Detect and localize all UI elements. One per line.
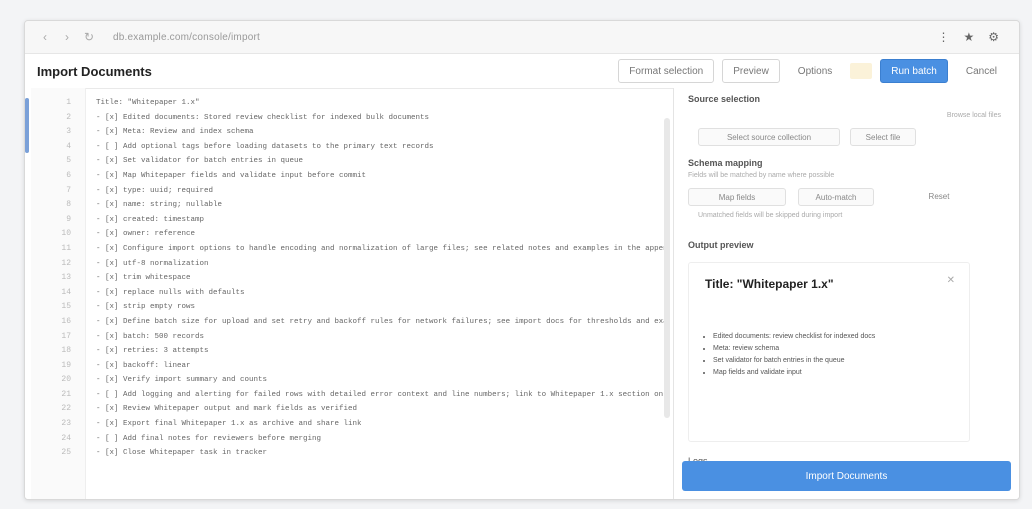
code-line[interactable]: - [x] Close Whitepaper task in tracker [96, 446, 670, 461]
line-number: 17 [61, 331, 71, 341]
line-number: 4 [66, 141, 71, 151]
list-item: Map fields and validate input [713, 369, 913, 376]
page-title: Import Documents [37, 63, 152, 79]
list-item: Set validator for batch entries in the q… [713, 357, 913, 364]
app-window: ‹ › ↻ db.example.com/console/import ⋮ ★ … [24, 20, 1020, 500]
code-line[interactable]: - [ ] Add logging and alerting for faile… [96, 388, 670, 403]
reload-icon[interactable]: ↻ [83, 30, 95, 44]
browser-icons: ⋮ ★ ⚙ [937, 30, 999, 44]
line-number: 9 [66, 214, 71, 224]
source-title: Source selection [688, 94, 761, 104]
code-line[interactable]: - [x] type: uuid; required [96, 184, 670, 199]
line-number: 19 [61, 360, 71, 370]
close-icon[interactable]: ✕ [947, 275, 955, 286]
line-number: 6 [66, 170, 71, 180]
address-bar[interactable]: db.example.com/console/import [113, 32, 260, 43]
run-button[interactable]: Run batch [880, 59, 948, 83]
line-number: 21 [61, 389, 71, 399]
code-line[interactable]: - [x] Meta: Review and index schema [96, 125, 670, 140]
code-line[interactable]: - [x] backoff: linear [96, 359, 670, 374]
change-marker [25, 88, 31, 499]
code-editor[interactable]: 1 2 3 4 5 6 7 8 9 10 11 12 13 14 15 16 17 18 19 20 21 22 23 24 2… [25, 88, 670, 499]
menu-icon[interactable]: ⋮ [937, 30, 949, 44]
select-source-button[interactable]: Select source collection [698, 128, 840, 146]
code-line[interactable]: - [ ] Add optional tags before loading d… [96, 140, 670, 155]
code-line[interactable]: - [x] Configure import options to handle… [96, 242, 670, 257]
line-number: 25 [61, 448, 71, 458]
code-line[interactable]: - [x] batch: 500 records [96, 330, 670, 345]
code-line[interactable]: - [x] utf-8 normalization [96, 257, 670, 272]
side-panel: Source selection Browse local files Sele… [664, 88, 1019, 499]
list-item: Edited documents: review checklist for i… [713, 333, 913, 340]
output-preview: Title: "Whitepaper 1.x" ✕ Edited documen… [688, 262, 970, 442]
line-number: 15 [61, 302, 71, 312]
code-line[interactable]: - [x] created: timestamp [96, 213, 670, 228]
map-fields-button[interactable]: Map fields [688, 188, 786, 206]
line-number: 2 [66, 112, 71, 122]
browser-bar: ‹ › ↻ db.example.com/console/import ⋮ ★ … [25, 21, 1019, 54]
browser-nav: ‹ › ↻ [39, 30, 95, 44]
source-hint[interactable]: Browse local files [947, 112, 1001, 119]
toolbar-actions: Format selection Preview Options Run bat… [618, 59, 1007, 83]
toolbar: Import Documents Format selection Previe… [25, 54, 1019, 89]
status-badge [850, 63, 873, 79]
code-line[interactable]: - [x] Set validator for batch entries in… [96, 154, 670, 169]
line-number: 18 [61, 346, 71, 356]
code-line[interactable]: - [x] Verify import summary and counts [96, 373, 670, 388]
star-icon[interactable]: ★ [963, 30, 974, 44]
line-number: 1 [66, 98, 71, 107]
code-line[interactable]: - [x] Define batch size for upload and s… [96, 315, 670, 330]
schema-title: Schema mapping [688, 158, 763, 168]
editor-scrollbar[interactable] [664, 118, 670, 418]
preview-title: Output preview [688, 240, 754, 250]
cancel-button[interactable]: Cancel [956, 60, 1007, 82]
code-line[interactable]: - [x] retries: 3 attempts [96, 344, 670, 359]
line-number: 3 [66, 127, 71, 137]
line-number: 8 [66, 200, 71, 210]
line-number: 7 [66, 185, 71, 195]
line-number: 13 [61, 273, 71, 283]
back-icon[interactable]: ‹ [39, 30, 51, 44]
line-number: 23 [61, 419, 71, 429]
options-button[interactable]: Options [788, 60, 842, 82]
line-number: 11 [61, 243, 71, 253]
code-line[interactable]: - [x] owner: reference [96, 227, 670, 242]
code-line[interactable]: - [x] Edited documents: Stored review ch… [96, 111, 670, 126]
line-number: 5 [66, 156, 71, 166]
line-number: 14 [61, 287, 71, 297]
code-line[interactable]: - [x] trim whitespace [96, 271, 670, 286]
code-line[interactable]: - [x] Review Whitepaper output and mark … [96, 402, 670, 417]
settings-icon[interactable]: ⚙ [988, 30, 999, 44]
auto-match-button[interactable]: Auto-match [798, 188, 874, 206]
code-line[interactable]: - [x] replace nulls with defaults [96, 286, 670, 301]
line-number: 20 [61, 375, 71, 385]
select-file-button[interactable]: Select file [850, 128, 916, 146]
preview-list: Edited documents: review checklist for i… [699, 333, 913, 381]
line-number: 10 [61, 229, 71, 239]
reset-button[interactable]: Reset [904, 188, 974, 204]
import-documents-button[interactable]: Import Documents [682, 461, 1011, 491]
code-line[interactable]: - [x] name: string; nullable [96, 198, 670, 213]
code-line[interactable]: - [x] strip empty rows [96, 300, 670, 315]
list-item: Meta: review schema [713, 345, 913, 352]
line-number: 22 [61, 404, 71, 414]
format-button[interactable]: Format selection [618, 59, 715, 83]
code-line[interactable]: - [x] Map Whitepaper fields and validate… [96, 169, 670, 184]
forward-icon[interactable]: › [61, 30, 73, 44]
line-number: 12 [61, 258, 71, 268]
code-line[interactable]: Title: "Whitepaper 1.x" [96, 96, 670, 111]
schema-subtitle: Fields will be matched by name where pos… [688, 172, 835, 179]
line-number: 24 [61, 433, 71, 443]
line-number: 16 [61, 316, 71, 326]
preview-button[interactable]: Preview [722, 59, 780, 83]
code-line[interactable]: - [x] Export final Whitepaper 1.x as arc… [96, 417, 670, 432]
schema-note: Unmatched fields will be skipped during … [698, 212, 843, 219]
code-line[interactable]: - [ ] Add final notes for reviewers befo… [96, 432, 670, 447]
code-lines[interactable]: Title: "Whitepaper 1.x" - [x] Edited docu… [86, 88, 670, 499]
line-gutter: 1 2 3 4 5 6 7 8 9 10 11 12 13 14 15 16 17 18 19 20 21 22 23 24 2… [31, 88, 86, 499]
preview-heading: Title: "Whitepaper 1.x" [705, 277, 834, 291]
